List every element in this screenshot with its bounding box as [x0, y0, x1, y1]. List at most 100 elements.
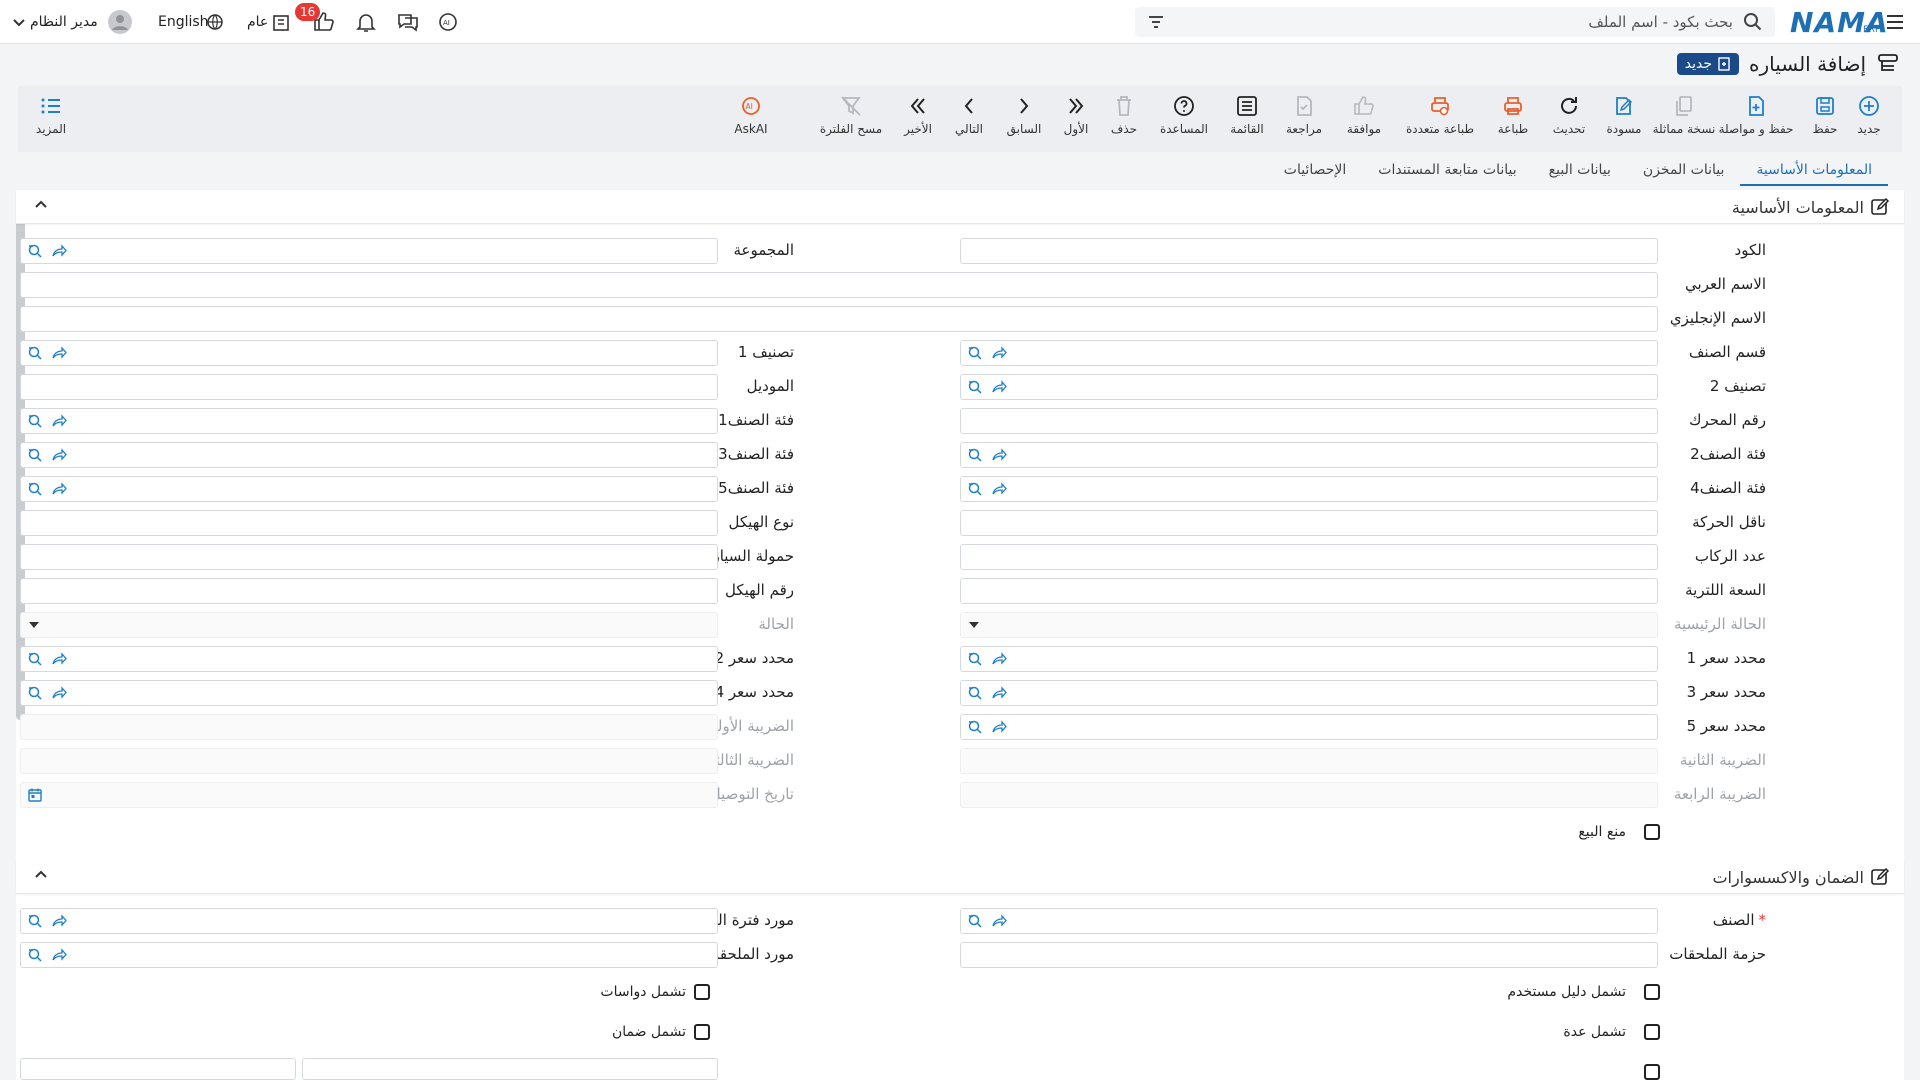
- logo-sub: ERP: [1863, 25, 1881, 35]
- bell-icon[interactable]: [354, 0, 378, 44]
- top-bar: NAMA ERP AI 16 عام English مدير النظام: [0, 0, 1920, 44]
- status-select[interactable]: [20, 612, 718, 638]
- duplicate-button[interactable]: نسخة مماثلة: [1651, 94, 1717, 136]
- prevent-sale-checkbox[interactable]: [1644, 824, 1660, 840]
- multi-print-label: طباعة متعددة: [1406, 122, 1475, 136]
- caret-down-icon: [969, 622, 979, 628]
- transmission-input[interactable]: [960, 510, 1658, 536]
- lookup-icon: [968, 380, 982, 394]
- askai-button[interactable]: AI AskAI: [718, 94, 784, 136]
- chevron-up-icon[interactable]: [34, 198, 48, 216]
- partial-checkbox[interactable]: [1644, 1064, 1660, 1080]
- tab-sales[interactable]: بيانات البيع: [1533, 156, 1627, 186]
- delivery-date-input[interactable]: [20, 782, 718, 808]
- list-button[interactable]: القائمة: [1214, 94, 1280, 136]
- cat2-input[interactable]: [960, 442, 1658, 468]
- approve-button[interactable]: موافقة: [1331, 94, 1397, 136]
- user-name[interactable]: مدير النظام: [30, 0, 98, 44]
- trash-icon: [1117, 96, 1131, 116]
- page-title: إضافة السياره: [1748, 52, 1866, 76]
- tab-basic-info[interactable]: المعلومات الأساسية: [1740, 156, 1888, 186]
- chevron-up-icon[interactable]: [34, 868, 48, 886]
- save-icon: [1816, 97, 1834, 115]
- tax3-input[interactable]: [20, 748, 718, 774]
- save-button[interactable]: حفظ: [1792, 94, 1858, 136]
- partial-input[interactable]: [302, 1058, 718, 1080]
- more-button[interactable]: المزيد: [18, 94, 84, 136]
- price2-input[interactable]: [20, 646, 718, 672]
- print-button[interactable]: طباعة: [1480, 94, 1546, 136]
- save-continue-button[interactable]: حفظ و مواصلة: [1719, 94, 1793, 136]
- lookup-icon: [968, 686, 982, 700]
- clear-filter-label: مسح الفلترة: [819, 122, 883, 136]
- globe-icon[interactable]: [206, 0, 224, 44]
- warranty-checkbox[interactable]: [694, 1024, 710, 1040]
- share-icon: [992, 346, 1007, 359]
- basic-section-header[interactable]: المعلومات الأساسية: [16, 190, 1904, 224]
- price1-input[interactable]: [960, 646, 1658, 672]
- tabs-bar: المعلومات الأساسية بيانات المخزن بيانات …: [18, 156, 1902, 186]
- tax1-input[interactable]: [20, 714, 718, 740]
- price4-input[interactable]: [20, 680, 718, 706]
- class1-input[interactable]: [20, 340, 718, 366]
- language-switch[interactable]: English: [158, 0, 209, 44]
- partial-select[interactable]: [20, 1058, 296, 1080]
- model-input[interactable]: [20, 374, 718, 400]
- price3-input[interactable]: [960, 680, 1658, 706]
- cat5-input[interactable]: [20, 476, 718, 502]
- multi-print-button[interactable]: طباعة متعددة: [1406, 94, 1475, 136]
- user-guide-checkbox[interactable]: [1644, 984, 1660, 1000]
- item-section-input[interactable]: [960, 340, 1658, 366]
- help-button[interactable]: المساعدة: [1151, 94, 1217, 136]
- arabic-name-input[interactable]: [20, 272, 1658, 298]
- search-icon[interactable]: [1743, 12, 1763, 32]
- tab-warehouse[interactable]: بيانات المخزن: [1627, 156, 1740, 186]
- tab-document-tracking[interactable]: بيانات متابعة المستندات: [1362, 156, 1532, 186]
- accessories-pack-input[interactable]: [960, 942, 1658, 968]
- cat3-input[interactable]: [20, 442, 718, 468]
- general-label[interactable]: عام: [247, 0, 268, 44]
- cat4-input[interactable]: [960, 476, 1658, 502]
- passengers-input[interactable]: [960, 544, 1658, 570]
- chevrons-right-icon: [1069, 98, 1084, 114]
- english-name-input[interactable]: [20, 306, 1658, 332]
- item-input[interactable]: [960, 908, 1658, 934]
- filter-icon[interactable]: [1147, 13, 1165, 31]
- liter-capacity-input[interactable]: [960, 578, 1658, 604]
- tab-statistics[interactable]: الإحصائيات: [1268, 156, 1363, 186]
- list-icon: [1237, 96, 1257, 116]
- load-input[interactable]: [20, 544, 718, 570]
- cat1-input[interactable]: [20, 408, 718, 434]
- last-button[interactable]: الأخير: [885, 94, 951, 136]
- main-status-select[interactable]: [960, 612, 1658, 638]
- nama-logo[interactable]: NAMA ERP: [1790, 0, 1890, 44]
- code-input[interactable]: [960, 238, 1658, 264]
- class2-input[interactable]: [960, 374, 1658, 400]
- tools-checkbox[interactable]: [1644, 1024, 1660, 1040]
- chevron-down-icon[interactable]: [12, 0, 26, 44]
- share-icon: [992, 720, 1007, 733]
- report-icon[interactable]: [270, 0, 294, 44]
- ext-warranty-supplier-input[interactable]: [20, 908, 718, 934]
- avatar[interactable]: [108, 0, 132, 44]
- share-icon: [52, 414, 67, 427]
- warranty-section-header[interactable]: الضمان والاكسسوارات: [16, 860, 1904, 894]
- mats-checkbox[interactable]: [694, 984, 710, 1000]
- chassis-type-input[interactable]: [20, 510, 718, 536]
- chassis-no-input[interactable]: [20, 578, 718, 604]
- search-input[interactable]: [1165, 13, 1733, 31]
- clear-filter-button[interactable]: مسح الفلترة: [818, 94, 884, 136]
- lookup-icon: [28, 346, 42, 360]
- tax4-input[interactable]: [960, 782, 1658, 808]
- tax2-input[interactable]: [960, 748, 1658, 774]
- engine-no-input[interactable]: [960, 408, 1658, 434]
- lookup-icon: [28, 482, 42, 496]
- price5-input[interactable]: [960, 714, 1658, 740]
- lookup-icon: [968, 720, 982, 734]
- group-input[interactable]: [20, 238, 718, 264]
- class2-label: تصنيف 2: [1709, 377, 1766, 395]
- accessories-supplier-input[interactable]: [20, 942, 718, 968]
- chat-icon[interactable]: [396, 0, 420, 44]
- askai-top-icon[interactable]: AI: [436, 0, 460, 44]
- review-button[interactable]: مراجعة: [1271, 94, 1337, 136]
